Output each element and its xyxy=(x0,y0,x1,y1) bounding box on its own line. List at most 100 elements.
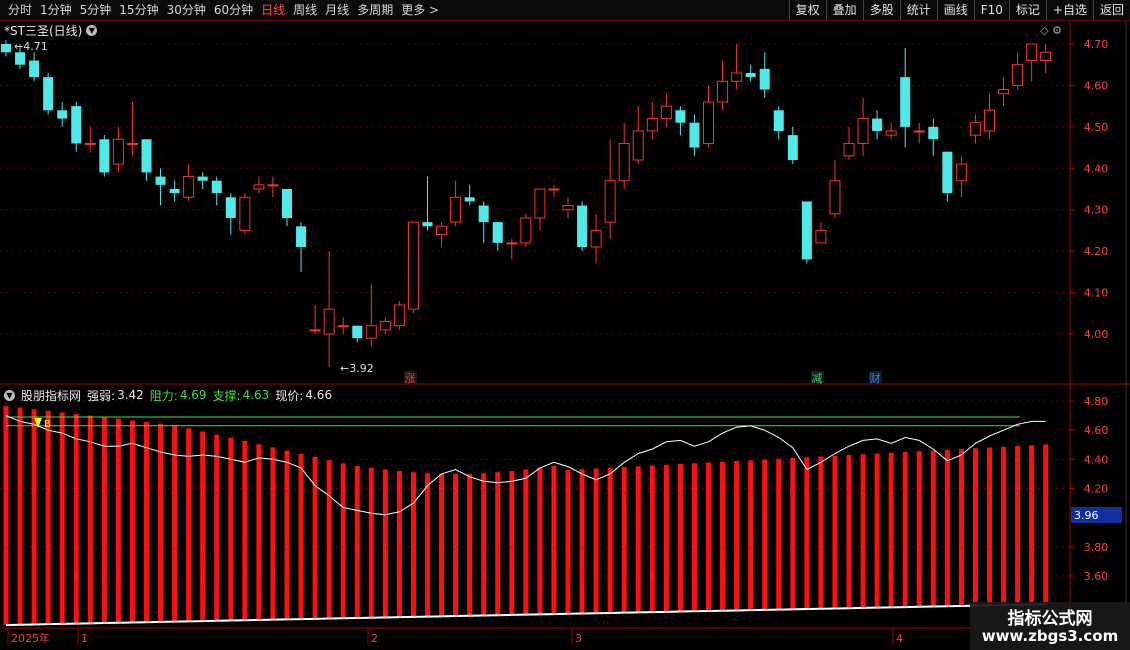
candle-body-down xyxy=(15,52,26,65)
indicator-bar xyxy=(467,473,473,616)
indicator-bar xyxy=(1015,446,1021,605)
indicator-bar xyxy=(663,464,669,612)
indicator-bar xyxy=(59,412,65,624)
candle-body-up xyxy=(534,188,546,219)
indicator-bar xyxy=(776,458,782,610)
indicator-bar xyxy=(691,463,697,612)
candle-body-up xyxy=(1012,64,1024,86)
indicator-bar xyxy=(256,444,262,620)
indicator-bar xyxy=(888,452,894,608)
indicator-bar xyxy=(186,428,192,622)
candle-body-down xyxy=(942,151,953,194)
chevron-down-icon[interactable]: ▼ xyxy=(4,389,15,401)
candle-body-down xyxy=(422,222,433,227)
price-tick-label: 4.60 xyxy=(1084,79,1109,92)
low-label: ←3.92 xyxy=(340,362,374,375)
candle-body-down xyxy=(689,122,700,148)
candle-body-up xyxy=(407,221,419,310)
candle-body-down xyxy=(211,180,222,194)
candle-body-down xyxy=(1,44,11,53)
indicator-bar xyxy=(396,470,402,618)
indicator-tick-label: 3.80 xyxy=(1084,541,1109,554)
indicator-bar xyxy=(916,451,922,607)
indicator-tick-label: 3.60 xyxy=(1084,570,1109,583)
chevron-down-icon[interactable]: ▼ xyxy=(86,24,98,36)
candle-body-down xyxy=(296,226,307,247)
indicator-bar xyxy=(144,422,149,623)
candle-body-down xyxy=(492,222,503,243)
candle-body-down xyxy=(197,176,208,181)
support-label: 支撑: xyxy=(212,388,241,403)
indicator-bar xyxy=(593,468,599,614)
price-tick-label: 4.30 xyxy=(1084,204,1109,217)
candle-body-down xyxy=(787,135,798,160)
indicator-name[interactable]: 股朋指标网 xyxy=(21,387,81,404)
high-label: ←4.71 xyxy=(14,40,48,53)
indicator-bar xyxy=(326,460,332,619)
indicator-bar xyxy=(1001,446,1007,606)
candle-body-down xyxy=(352,325,363,339)
indicator-bar xyxy=(958,449,964,606)
indicator-bar xyxy=(495,472,501,616)
indicator-bar xyxy=(565,470,571,614)
indicator-tick-label: 4.80 xyxy=(1084,395,1109,408)
indicator-bar xyxy=(115,418,121,623)
candle-body-up xyxy=(506,242,518,245)
indicator-bar xyxy=(31,409,37,625)
candle-body-up xyxy=(562,205,574,211)
indicator-bar xyxy=(818,456,824,609)
strength-label: 强弱: xyxy=(87,388,116,403)
candle-body-down xyxy=(57,110,68,119)
indicator-bar xyxy=(439,473,445,617)
candle-body-up xyxy=(660,105,672,120)
chart-title[interactable]: *ST三圣(日线) xyxy=(4,22,82,39)
candle-body-down xyxy=(141,139,152,173)
indicator-bar xyxy=(621,467,627,613)
indicator-bar xyxy=(987,447,992,606)
candle-body-down xyxy=(29,60,40,78)
indicator-bar xyxy=(1029,445,1035,605)
indicator-bar xyxy=(368,467,374,618)
price-tick-label: 4.20 xyxy=(1084,245,1109,258)
candle-body-up xyxy=(984,109,995,132)
strength-value: 3.42 xyxy=(117,388,144,402)
event-marker: 涨 xyxy=(405,372,416,385)
candle-body-up xyxy=(646,118,658,132)
indicator-bar xyxy=(73,414,79,624)
candle-body-down xyxy=(71,106,82,144)
candle-body-up xyxy=(969,122,981,136)
candle-body-up xyxy=(267,184,279,187)
resistance-label: 阻力: xyxy=(149,388,178,403)
candle-body-up xyxy=(604,180,616,223)
price-value: 4.66 xyxy=(305,388,333,402)
price-tick-label: 4.70 xyxy=(1084,38,1109,51)
event-marker: 减 xyxy=(812,372,823,385)
candle-body-up xyxy=(815,229,827,244)
candle-body-up xyxy=(436,225,448,236)
indicator-bar xyxy=(453,474,459,617)
indicator-bar xyxy=(214,434,220,621)
indicator-bar xyxy=(902,452,908,608)
indicator-bar xyxy=(846,455,852,609)
indicator-bar xyxy=(228,437,234,621)
indicator-bar xyxy=(340,463,346,619)
indicator-header: ▼ 股朋指标网 强弱: 3.42 阻力: 4.69 支撑: 4.63 现价: 4.66 xyxy=(4,387,332,403)
indicator-tick-label: 4.60 xyxy=(1084,424,1109,437)
candle-body-up xyxy=(548,188,560,191)
indicator-bar xyxy=(523,469,529,615)
indicator-bar xyxy=(748,460,754,611)
indicator-bar xyxy=(45,410,51,625)
diamond-icon[interactable]: ◇ ⚙ xyxy=(1040,24,1062,37)
indicator-bar xyxy=(158,423,164,622)
indicator-bar xyxy=(129,420,135,623)
candle-body-up xyxy=(1026,43,1038,62)
indicator-bar xyxy=(762,459,768,610)
candle-body-up xyxy=(955,163,967,182)
indicator-bar xyxy=(607,467,613,613)
resistance-value: 4.69 xyxy=(179,388,207,402)
kline-chart[interactable]: 4.70 4.60 4.50 4.40 4.30 4.20 4.10 4.00 ←4.71 ←3.… xyxy=(0,0,1130,650)
indicator-bar xyxy=(425,473,430,617)
candle-body-up xyxy=(703,101,714,144)
candle-body-down xyxy=(169,189,180,194)
indicator-bar xyxy=(944,449,950,607)
